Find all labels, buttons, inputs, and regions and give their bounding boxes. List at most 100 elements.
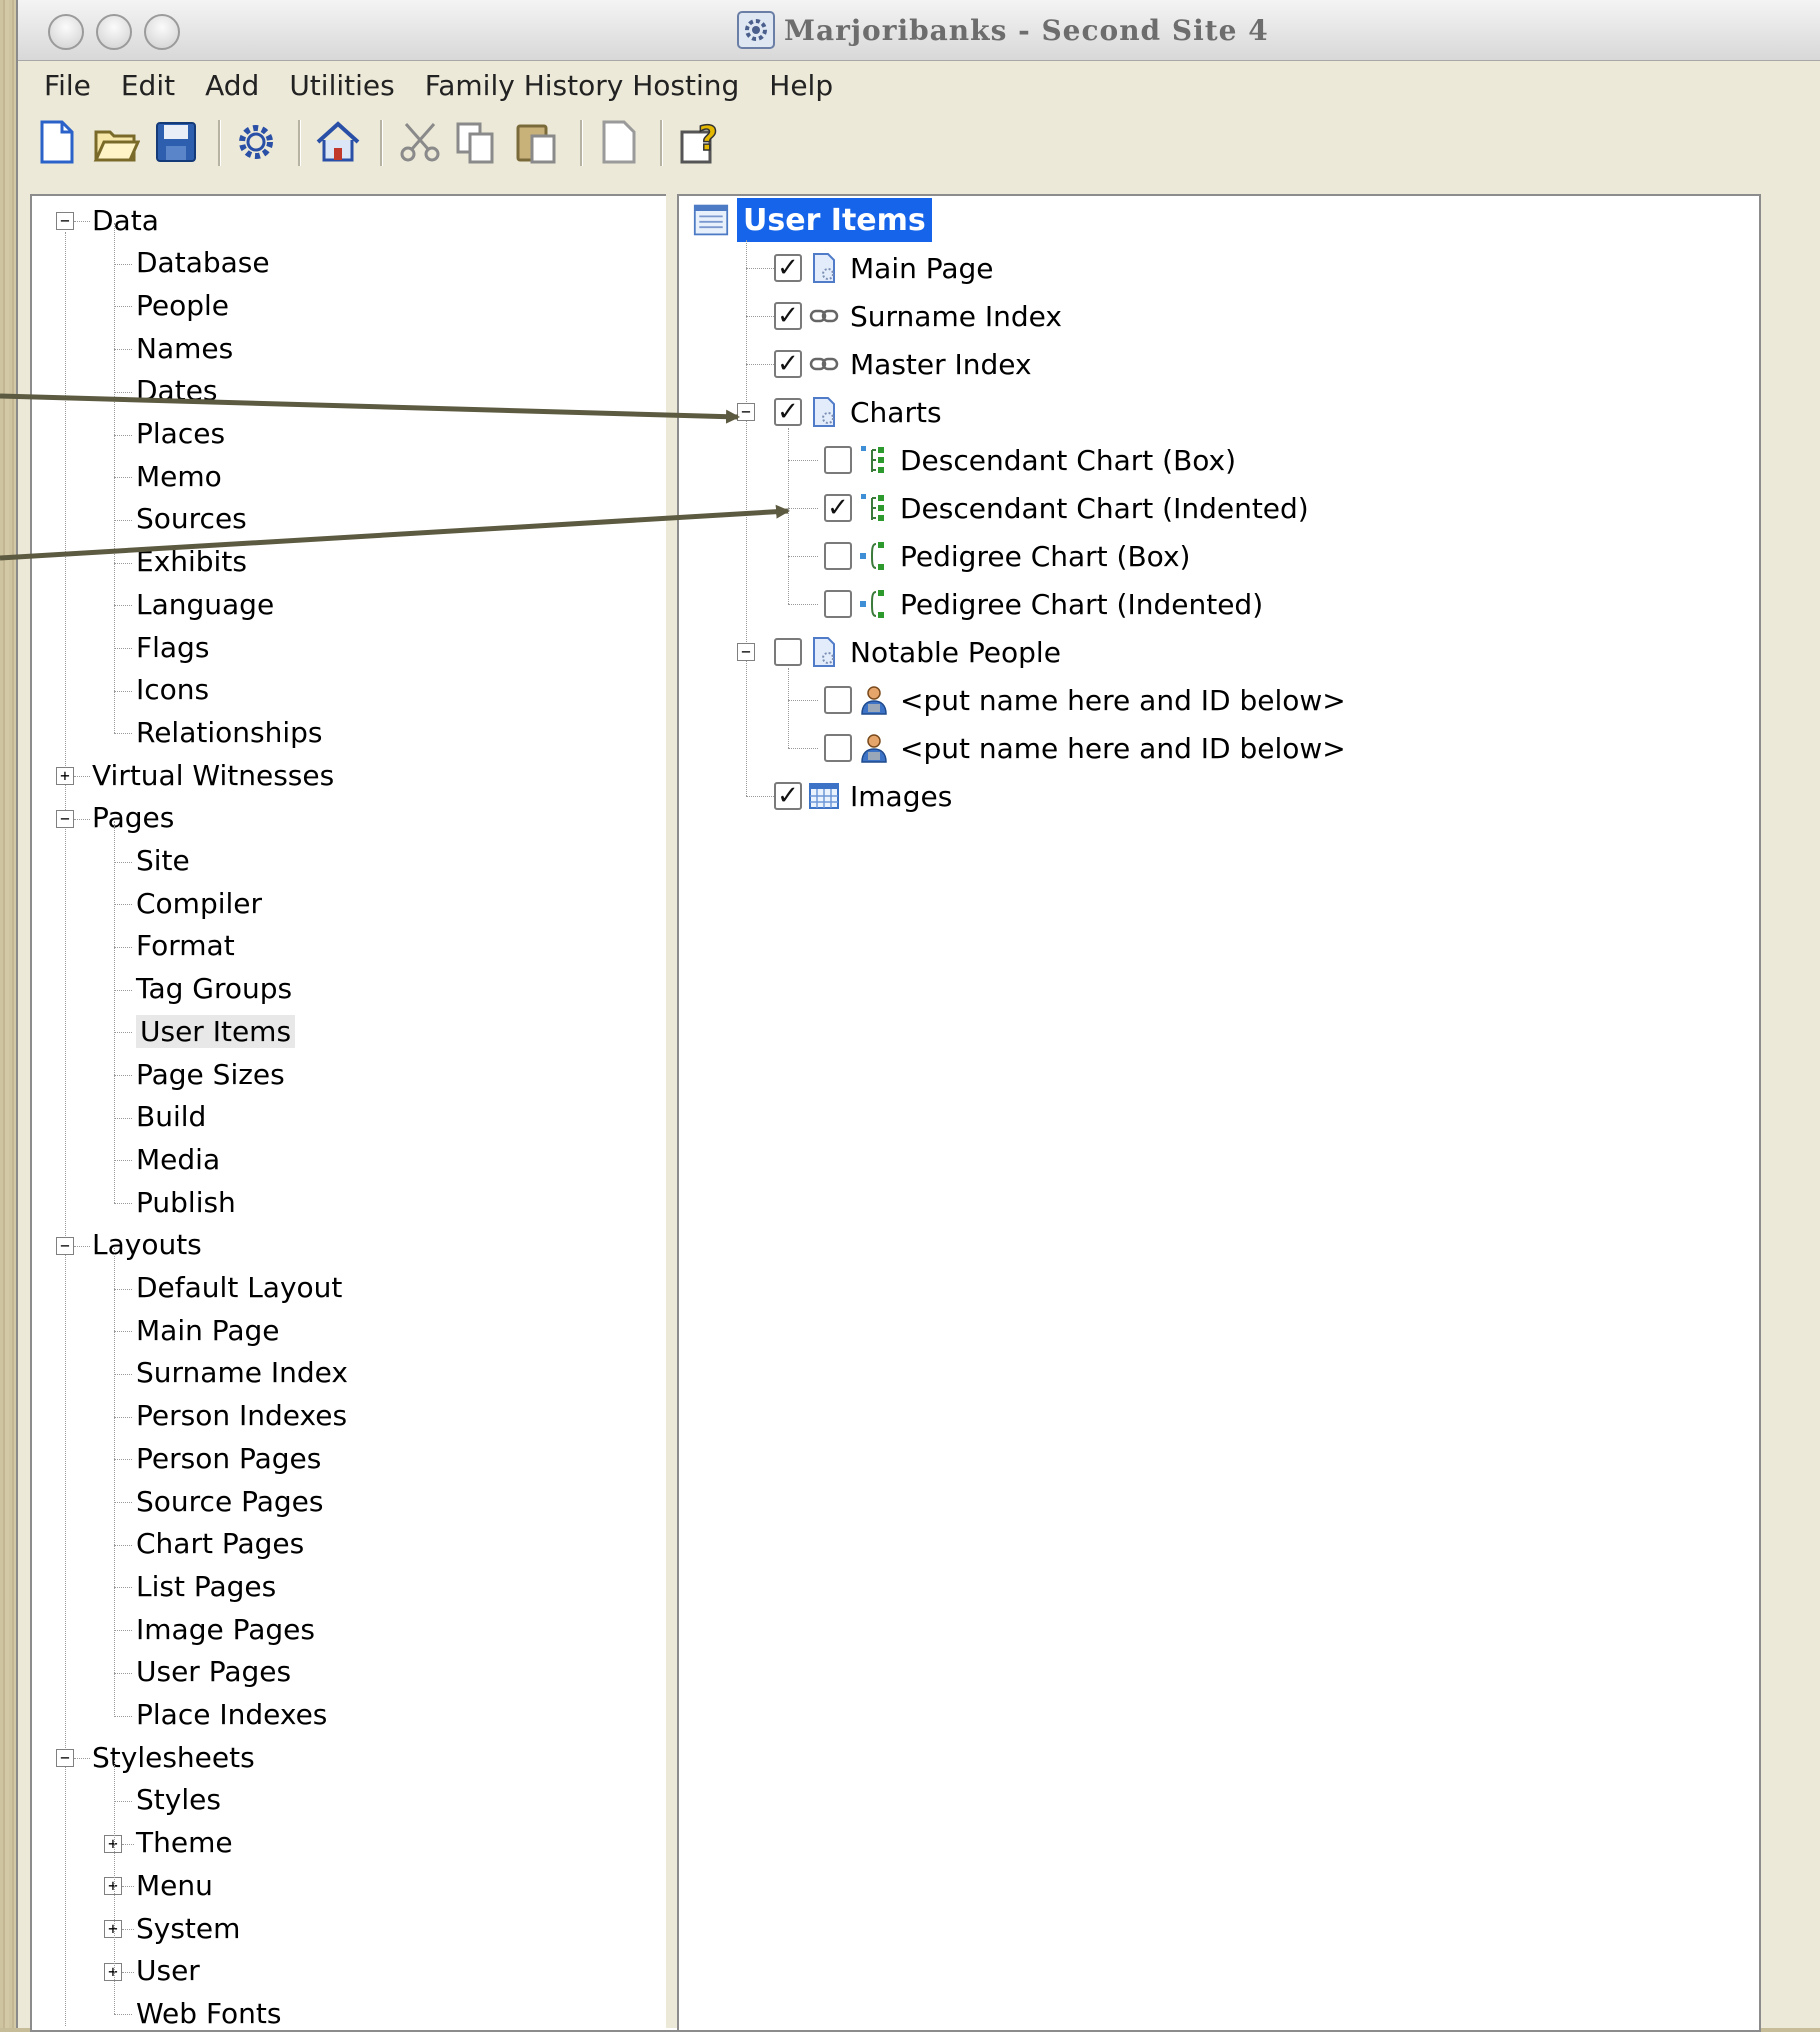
user-item-checkbox[interactable]	[824, 734, 852, 762]
tree-item-main-page[interactable]: Main Page	[136, 1310, 280, 1350]
tree-expander[interactable]: −	[56, 1749, 74, 1768]
menu-edit[interactable]: Edit	[119, 69, 177, 102]
zoom-window-button[interactable]	[144, 14, 180, 50]
user-item-checkbox[interactable]: ✓	[824, 494, 852, 522]
home-icon[interactable]	[314, 118, 362, 166]
menu-file[interactable]: File	[42, 69, 93, 102]
user-items-tree[interactable]: User Items ✓ Main Page ✓ Surname Index ✓ Mast…	[677, 194, 1761, 2032]
user-item-checkbox[interactable]: ✓	[774, 398, 802, 426]
copy-icon[interactable]	[452, 118, 500, 166]
tree-expander[interactable]: +	[104, 1962, 122, 1981]
user-item-master-index[interactable]: ✓ Master Index	[774, 344, 1032, 384]
tree-item-publish[interactable]: Publish	[136, 1182, 236, 1222]
tree-group-virtual-witnesses[interactable]: Virtual Witnesses	[92, 755, 334, 795]
user-subitem-descendant-chart-box[interactable]: Descendant Chart (Box)	[824, 440, 1236, 480]
menu-help[interactable]: Help	[767, 69, 835, 102]
help-icon[interactable]: ?	[676, 118, 724, 166]
tree-item-sources[interactable]: Sources	[136, 499, 247, 539]
user-subitem-pedigree-chart-indented[interactable]: Pedigree Chart (Indented)	[824, 584, 1263, 624]
user-items-root[interactable]: User Items	[691, 198, 932, 242]
user-subitem-descendant-chart-indented[interactable]: ✓ Descendant Chart (Indented)	[824, 488, 1309, 528]
tree-item-person-pages[interactable]: Person Pages	[136, 1438, 321, 1478]
tree-item-web-fonts[interactable]: Web Fonts	[136, 1993, 282, 2030]
tree-item-site[interactable]: Site	[136, 841, 190, 881]
menu-utilities[interactable]: Utilities	[287, 69, 396, 102]
user-item-charts[interactable]: ✓ Charts	[774, 392, 942, 432]
tree-item-build[interactable]: Build	[136, 1097, 206, 1137]
user-item-main-page[interactable]: ✓ Main Page	[774, 248, 994, 288]
user-item-checkbox[interactable]: ✓	[774, 254, 802, 282]
open-icon[interactable]	[92, 118, 140, 166]
tree-item-database[interactable]: Database	[136, 243, 270, 283]
tree-item-places[interactable]: Places	[136, 414, 225, 454]
user-item-images[interactable]: ✓ Images	[774, 776, 952, 816]
tree-group-pages[interactable]: Pages	[92, 798, 174, 838]
tree-group-layouts[interactable]: Layouts	[92, 1225, 202, 1265]
tree-item-people[interactable]: People	[136, 285, 229, 325]
tree-item-memo[interactable]: Memo	[136, 456, 222, 496]
user-subitem-put-name-here-and-id-below[interactable]: <put name here and ID below>	[824, 680, 1346, 720]
tree-item-theme[interactable]: Theme	[136, 1823, 233, 1863]
cut-icon[interactable]	[396, 118, 444, 166]
tree-item-user[interactable]: User	[136, 1951, 200, 1991]
tree-group-stylesheets[interactable]: Stylesheets	[92, 1737, 255, 1777]
tree-item-tag-groups[interactable]: Tag Groups	[136, 969, 292, 1009]
tree-item-compiler[interactable]: Compiler	[136, 883, 262, 923]
user-item-checkbox[interactable]: ✓	[774, 302, 802, 330]
tree-item-language[interactable]: Language	[136, 584, 274, 624]
menu-add[interactable]: Add	[203, 69, 261, 102]
tree-item-person-indexes[interactable]: Person Indexes	[136, 1396, 347, 1436]
tree-item-default-layout[interactable]: Default Layout	[136, 1268, 342, 1308]
user-item-checkbox[interactable]	[774, 638, 802, 666]
new-icon[interactable]	[32, 118, 80, 166]
tree-expander[interactable]: +	[56, 767, 74, 786]
tree-item-system[interactable]: System	[136, 1908, 240, 1948]
user-item-checkbox[interactable]	[824, 686, 852, 714]
tree-item-exhibits[interactable]: Exhibits	[136, 542, 247, 582]
tree-item-flags[interactable]: Flags	[136, 627, 209, 667]
tree-expander[interactable]: −	[56, 809, 74, 828]
user-item-surname-index[interactable]: ✓ Surname Index	[774, 296, 1062, 336]
user-item-checkbox[interactable]	[824, 590, 852, 618]
tree-item-media[interactable]: Media	[136, 1139, 220, 1179]
user-item-checkbox[interactable]	[824, 446, 852, 474]
tree-item-image-pages[interactable]: Image Pages	[136, 1609, 315, 1649]
tree-item-names[interactable]: Names	[136, 328, 233, 368]
tree-expander[interactable]: −	[737, 403, 755, 421]
tree-item-relationships[interactable]: Relationships	[136, 712, 322, 752]
tree-item-dates[interactable]: Dates	[136, 371, 218, 411]
settings-icon[interactable]	[232, 118, 280, 166]
tree-item-surname-index[interactable]: Surname Index	[136, 1353, 348, 1393]
tree-expander[interactable]: +	[104, 1877, 122, 1896]
user-item-checkbox[interactable]	[824, 542, 852, 570]
tree-item-menu[interactable]: Menu	[136, 1865, 213, 1905]
blank-page-icon[interactable]	[594, 118, 642, 166]
tree-item-styles[interactable]: Styles	[136, 1780, 221, 1820]
tree-item-user-pages[interactable]: User Pages	[136, 1652, 291, 1692]
navigation-tree[interactable]: − Data Database People Names Dates Places Memo S…	[30, 194, 680, 2032]
tree-expander[interactable]: +	[104, 1920, 122, 1938]
tree-item-source-pages[interactable]: Source Pages	[136, 1481, 323, 1521]
tree-group-data[interactable]: Data	[92, 200, 159, 240]
user-subitem-pedigree-chart-box[interactable]: Pedigree Chart (Box)	[824, 536, 1190, 576]
user-item-notable-people[interactable]: Notable People	[774, 632, 1061, 672]
tree-expander[interactable]: +	[104, 1834, 122, 1853]
tree-expander[interactable]: −	[737, 643, 755, 661]
minimize-window-button[interactable]	[96, 14, 132, 50]
tree-item-format[interactable]: Format	[136, 926, 235, 966]
save-icon[interactable]	[152, 118, 200, 166]
user-subitem-put-name-here-and-id-below[interactable]: <put name here and ID below>	[824, 728, 1346, 768]
tree-item-chart-pages[interactable]: Chart Pages	[136, 1524, 304, 1564]
tree-item-page-sizes[interactable]: Page Sizes	[136, 1054, 285, 1094]
tree-expander[interactable]: −	[56, 1236, 74, 1255]
menu-family-history-hosting[interactable]: Family History Hosting	[423, 69, 742, 102]
paste-icon[interactable]	[512, 118, 560, 166]
tree-item-user-items[interactable]: User Items	[136, 1011, 296, 1051]
tree-item-place-indexes[interactable]: Place Indexes	[136, 1695, 327, 1735]
user-item-checkbox[interactable]: ✓	[774, 350, 802, 378]
tree-item-icons[interactable]: Icons	[136, 670, 209, 710]
close-window-button[interactable]	[48, 14, 84, 50]
tree-expander[interactable]: −	[56, 212, 74, 230]
tree-item-list-pages[interactable]: List Pages	[136, 1566, 276, 1606]
user-item-checkbox[interactable]: ✓	[774, 782, 802, 810]
